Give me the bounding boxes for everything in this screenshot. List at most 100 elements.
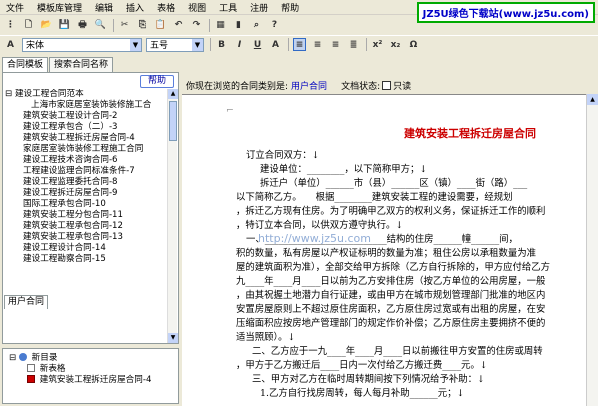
format-toolbar: A 宋体 ▼ 五号 ▼ B I U A ≡ ≡ ≡ ≣ x² x₂ Ω xyxy=(0,35,598,53)
doc-line: 建设单位：________，以下简称甲方；↓ xyxy=(260,164,428,175)
doc-line: 以下简称乙方。 根据________建筑安装工程的建设需要，经规划 xyxy=(236,192,513,203)
doc-line: 积的数量，私有房屋以产权证标明的数量为准；租住公房以承租数量为准 xyxy=(236,248,537,259)
chevron-down-icon[interactable]: ▼ xyxy=(130,38,141,51)
print-icon[interactable]: 🖶 xyxy=(76,19,89,32)
left-panel: 合同模板 搜索合同名称 帮助 ⊟ 建设工程合同范本 上海市家庭居室装饰装修施工合… xyxy=(0,54,181,406)
tab-search-contract[interactable]: 搜索合同名称 xyxy=(49,57,114,72)
subscript-icon[interactable]: x₂ xyxy=(389,38,402,51)
table-icon[interactable]: ▦ xyxy=(214,19,227,32)
doc-line: 拆迁户（单位）______市（县）______区（镇）____街（路）___ xyxy=(260,178,528,189)
collapse-icon[interactable]: ⊟ xyxy=(9,353,16,363)
tree-item[interactable]: 家庭居室装饰装修工程施工合同 xyxy=(5,144,169,155)
tab-contract-templates[interactable]: 合同模板 xyxy=(2,57,49,73)
help-button[interactable]: 帮助 xyxy=(139,75,174,88)
tree-item[interactable]: 国际工程承包合同-10 xyxy=(5,199,169,210)
align-right-icon[interactable]: ≡ xyxy=(329,38,342,51)
document-scrollbar[interactable]: ▲ xyxy=(586,94,598,406)
user-tree-root[interactable]: ⊟ 新目录 xyxy=(3,353,178,364)
tree-item[interactable]: 建设工程拆迁房屋合同-9 xyxy=(5,188,169,199)
copy-icon[interactable]: ⎘ xyxy=(136,19,149,32)
font-size-value: 五号 xyxy=(150,41,169,51)
style-icon[interactable]: A xyxy=(4,38,17,51)
undo-icon[interactable]: ↶ xyxy=(172,19,185,32)
menu-template-manage[interactable]: 模板库管理 xyxy=(37,1,82,14)
justify-icon[interactable]: ≣ xyxy=(347,38,360,51)
readonly-checkbox[interactable] xyxy=(382,81,392,90)
scroll-thumb[interactable] xyxy=(169,101,177,141)
toolbar-separator xyxy=(210,38,211,51)
tree-item[interactable]: 建筑安装工程分包合同-11 xyxy=(5,210,169,221)
toolbar-separator xyxy=(113,18,114,32)
move-handle-icon: ⋮ xyxy=(6,20,15,30)
doc-line: 压缩面积应按房地产管理部门的规定作价补偿；乙方原住房主要拥挤不便的 xyxy=(236,318,546,329)
paragraph-mark-icon: ⌐ xyxy=(226,105,234,116)
scroll-up-icon[interactable]: ▲ xyxy=(587,94,598,105)
new-icon[interactable]: 🗋 xyxy=(22,19,35,32)
tree-item[interactable]: 建筑安装工程拆迁房屋合同-4 xyxy=(5,133,169,144)
user-tree-root-label: 新目录 xyxy=(31,353,58,363)
italic-button[interactable]: I xyxy=(233,38,246,51)
user-tree-pane: ⊟ 新目录 新表格 建筑安装工程拆迁房屋合同-4 xyxy=(2,348,179,404)
tree-item[interactable]: 建设工程监理委托合同-8 xyxy=(5,177,169,188)
doc-line: 三、甲方对乙方在临时周转期间按下列情况给予补助：↓ xyxy=(252,374,485,385)
document-area[interactable]: ⌐ 建筑安装工程拆迁房屋合同 订立合同双方：↓ 建设单位：________，以下… xyxy=(182,94,586,406)
superscript-icon[interactable]: x² xyxy=(371,38,384,51)
insert-symbol-icon[interactable]: Ω xyxy=(407,38,420,51)
doc-line: 1.乙方自行找房周转，每人每月补助______元；↓ xyxy=(260,388,465,399)
menu-edit[interactable]: 编辑 xyxy=(95,1,113,14)
menu-help[interactable]: 帮助 xyxy=(281,1,299,14)
doc-line: ，拆迁乙方现有住房。为了明确甲乙双方的权利义务，保证拆迁工作的顺利 xyxy=(236,206,546,217)
save-icon[interactable]: 💾 xyxy=(58,19,71,32)
redo-icon[interactable]: ↷ xyxy=(190,19,203,32)
tree-item[interactable]: 建设工程承包合（二）-3 xyxy=(5,122,169,133)
document-icon xyxy=(27,375,35,383)
tree-item[interactable]: 建筑安装工程设计合同-2 xyxy=(5,111,169,122)
underline-button[interactable]: U xyxy=(251,38,264,51)
align-left-icon[interactable]: ≡ xyxy=(293,38,306,51)
watermark-text: http://www.jz5u.com xyxy=(258,232,371,245)
chart-icon[interactable]: ▮ xyxy=(232,19,245,32)
tree-item[interactable]: 上海市家庭居室装饰装修施工合 xyxy=(5,100,169,111)
scroll-down-icon[interactable]: ▼ xyxy=(168,333,178,343)
tree-scrollbar[interactable]: ▲ ▼ xyxy=(167,89,178,343)
tree-item[interactable]: 工程建设监理合同标准条件-7 xyxy=(5,166,169,177)
cut-icon[interactable]: ✂ xyxy=(118,19,131,32)
font-name-value: 宋体 xyxy=(26,41,45,51)
menu-table[interactable]: 表格 xyxy=(157,1,175,14)
menu-register[interactable]: 注册 xyxy=(250,1,268,14)
menu-view[interactable]: 视图 xyxy=(188,1,206,14)
align-center-icon[interactable]: ≡ xyxy=(311,38,324,51)
menu-tools[interactable]: 工具 xyxy=(219,1,237,14)
doc-line: 安置房屋原则上不超过原住房面积，乙方原住房过宽或有出租的房屋，在安 xyxy=(236,304,546,315)
help-icon[interactable]: ? xyxy=(268,19,281,32)
chevron-down-icon[interactable]: ▼ xyxy=(192,38,203,51)
toolbar-separator xyxy=(288,38,289,51)
collapse-icon[interactable]: ⊟ xyxy=(5,89,12,99)
font-color-icon[interactable]: A xyxy=(269,38,282,51)
category-label: 你现在浏览的合同类别是: xyxy=(186,82,289,92)
user-tree-item-label: 新表格 xyxy=(39,364,66,374)
user-tree-item[interactable]: 建筑安装工程拆迁房屋合同-4 xyxy=(3,375,178,386)
tree-item[interactable]: 建设工程设计合同-14 xyxy=(5,243,169,254)
tree-item[interactable]: 建筑安装工程承包合同-12 xyxy=(5,221,169,232)
doc-line: 订立合同双方：↓ xyxy=(246,150,320,161)
font-name-select[interactable]: 宋体 ▼ xyxy=(22,37,142,52)
scroll-up-icon[interactable]: ▲ xyxy=(168,89,178,99)
tree-root[interactable]: ⊟ 建设工程合同范本 xyxy=(5,89,169,100)
category-link[interactable]: 用户合同 xyxy=(291,79,327,92)
menu-insert[interactable]: 插入 xyxy=(126,1,144,14)
menu-file[interactable]: 文件 xyxy=(6,1,24,14)
doc-status-label: 文档状态: xyxy=(341,82,381,92)
paste-icon[interactable]: 📋 xyxy=(154,19,167,32)
tree-item[interactable]: 建设工程勘察合同-15 xyxy=(5,254,169,265)
user-tree-item[interactable]: 新表格 xyxy=(3,364,178,375)
tree-item[interactable]: 建筑安装工程承包合同-13 xyxy=(5,232,169,243)
tree-item[interactable]: 建设工程技术咨询合同-6 xyxy=(5,155,169,166)
font-size-select[interactable]: 五号 ▼ xyxy=(146,37,204,52)
doc-line: ，特订立本合同，以供双方遵守执行。↓ xyxy=(236,220,404,231)
preview-icon[interactable]: 🔍 xyxy=(94,19,107,32)
open-icon[interactable]: 📂 xyxy=(40,19,53,32)
find-icon[interactable]: ⌕ xyxy=(250,19,263,32)
bold-button[interactable]: B xyxy=(215,38,228,51)
tab-user-contracts[interactable]: 用户合同 xyxy=(4,295,49,309)
